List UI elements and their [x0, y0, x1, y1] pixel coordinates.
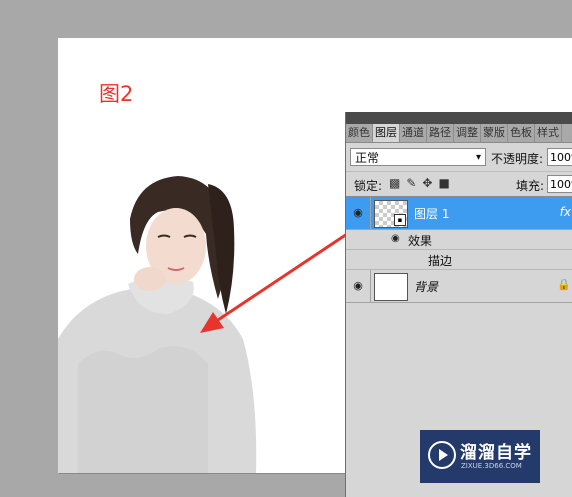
effect-stroke-label: 描边: [428, 254, 453, 268]
fill-input[interactable]: 100%: [547, 175, 572, 193]
opacity-label: 不透明度:: [491, 152, 544, 166]
eye-icon[interactable]: ◉: [351, 279, 365, 293]
eye-icon[interactable]: ◉: [351, 206, 365, 220]
divider: [370, 270, 371, 302]
panel-title-bar[interactable]: [346, 112, 572, 124]
tab-color[interactable]: 颜色: [346, 124, 373, 142]
blend-mode-select[interactable]: 正常 ▾: [350, 148, 486, 166]
tab-masks[interactable]: 蒙版: [481, 124, 508, 142]
tab-swatches[interactable]: 色板: [508, 124, 535, 142]
watermark-url: ZIXUE.3D66.COM: [461, 462, 522, 470]
lock-all-icon[interactable]: ■: [438, 176, 449, 190]
watermark-logo: 溜溜自学 ZIXUE.3D66.COM: [420, 430, 540, 483]
chevron-down-icon: ▾: [475, 152, 481, 163]
blend-mode-value: 正常: [355, 151, 380, 165]
smart-object-icon: ▪: [394, 214, 406, 226]
fill-label: 填充:: [516, 179, 545, 193]
tab-channels[interactable]: 通道: [400, 124, 427, 142]
lock-row: 锁定: ▩ ✎ ✥ ■ 填充: 100%: [346, 171, 572, 196]
divider: [370, 197, 371, 229]
watermark-title: 溜溜自学: [460, 443, 532, 463]
layer-thumbnail: [374, 273, 408, 301]
effects-label: 效果: [408, 234, 433, 248]
layer-thumbnail: ▪: [374, 200, 408, 228]
figure-label: 图2: [99, 82, 134, 106]
tab-layers[interactable]: 图层: [373, 124, 400, 142]
layer-list: ◉ ▪ 图层 1 fx ◉ 效果 描边 ◉ 背景 🔒: [346, 196, 572, 303]
tab-paths[interactable]: 路径: [427, 124, 454, 142]
tab-styles[interactable]: 样式: [535, 124, 562, 142]
effects-row[interactable]: ◉ 效果: [346, 230, 572, 250]
layer-name[interactable]: 背景: [414, 278, 438, 295]
lock-icons: ▩ ✎ ✥ ■: [389, 176, 450, 190]
layer-row-layer1[interactable]: ◉ ▪ 图层 1 fx: [346, 197, 572, 230]
blend-row: 正常 ▾ 不透明度: 100%: [346, 143, 572, 171]
lock-brush-icon[interactable]: ✎: [406, 176, 416, 190]
layer-row-background[interactable]: ◉ 背景 🔒: [346, 270, 572, 303]
tab-adjustments[interactable]: 调整: [454, 124, 481, 142]
lock-icon: 🔒: [557, 278, 571, 291]
eye-icon[interactable]: ◉: [391, 233, 400, 244]
panel-tabs: 颜色 图层 通道 路径 调整 蒙版 色板 样式: [346, 124, 572, 143]
fx-icon[interactable]: fx: [560, 205, 571, 219]
lock-transparent-icon[interactable]: ▩: [389, 176, 400, 190]
lock-label: 锁定:: [354, 179, 383, 193]
play-icon: [428, 441, 456, 469]
effect-stroke-row[interactable]: 描边: [346, 250, 572, 270]
opacity-input[interactable]: 100%: [547, 148, 572, 166]
layer-name[interactable]: 图层 1: [414, 205, 449, 222]
lock-move-icon[interactable]: ✥: [422, 176, 432, 190]
portrait-image: [58, 164, 268, 473]
